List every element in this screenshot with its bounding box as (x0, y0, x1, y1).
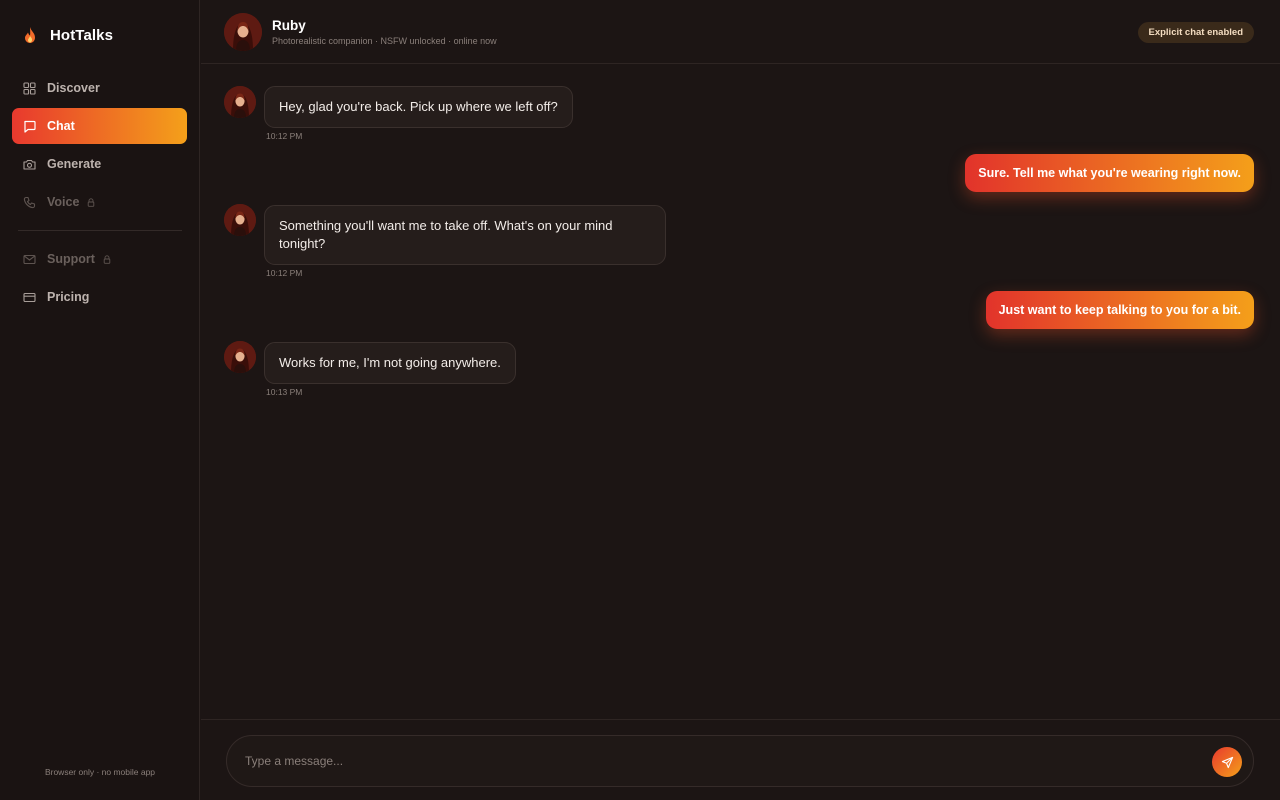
sidebar-item-label: Discover (47, 81, 100, 95)
sidebar-item-label: Generate (47, 157, 102, 171)
sidebar: HotTalks Discover Chat Generate Voice Su… (0, 0, 200, 800)
incoming-message: Hey, glad you're back. Pick up where we … (264, 86, 573, 128)
flame-icon (22, 26, 38, 44)
grid-icon (23, 81, 36, 95)
sidebar-item-label: Pricing (47, 290, 90, 304)
sidebar-item-generate[interactable]: Generate (12, 146, 187, 182)
chat-bubble-icon (23, 120, 36, 133)
sidebar-item-discover[interactable]: Discover (12, 70, 187, 106)
credit-card-icon (23, 291, 36, 304)
sidebar-item-label: Support (47, 252, 95, 266)
avatar (224, 204, 256, 236)
mail-icon (23, 253, 36, 266)
chat-header: Ruby Photorealistic companion · NSFW unl… (201, 0, 1280, 64)
camera-icon (23, 158, 36, 171)
message-timestamp: 10:12 PM (266, 131, 303, 141)
outgoing-message: Just want to keep talking to you for a b… (985, 291, 1254, 329)
avatar (224, 341, 256, 373)
message-timestamp: 10:12 PM (266, 268, 303, 278)
lock-icon (87, 197, 95, 207)
sidebar-item-label: Chat (47, 119, 75, 133)
avatar (224, 86, 256, 118)
sidebar-item-label: Voice (47, 195, 80, 209)
companion-status: Photorealistic companion · NSFW unlocked… (272, 36, 497, 46)
composer-area (201, 719, 1280, 800)
incoming-message: Something you'll want me to take off. Wh… (264, 205, 666, 265)
sidebar-item-support[interactable]: Support (12, 241, 187, 277)
companion-name: Ruby (272, 18, 306, 33)
message-input[interactable] (245, 736, 1195, 786)
lock-icon (103, 254, 111, 264)
sidebar-item-voice[interactable]: Voice (12, 184, 187, 220)
send-icon (1221, 756, 1234, 769)
app-name: HotTalks (50, 26, 114, 44)
composer (226, 735, 1254, 787)
send-button[interactable] (1212, 747, 1242, 777)
sidebar-footer-note: Browser only · no mobile app (44, 767, 156, 777)
status-badge: Explicit chat enabled (1137, 22, 1254, 43)
nav-divider (18, 230, 182, 231)
incoming-message: Works for me, I'm not going anywhere. (264, 342, 516, 384)
message-timestamp: 10:13 PM (266, 387, 303, 397)
sidebar-item-chat[interactable]: Chat (12, 108, 187, 144)
avatar[interactable] (224, 13, 262, 51)
brand[interactable]: HotTalks (22, 24, 113, 46)
phone-icon (23, 196, 36, 209)
sidebar-item-pricing[interactable]: Pricing (12, 279, 187, 315)
outgoing-message: Sure. Tell me what you're wearing right … (965, 154, 1254, 192)
